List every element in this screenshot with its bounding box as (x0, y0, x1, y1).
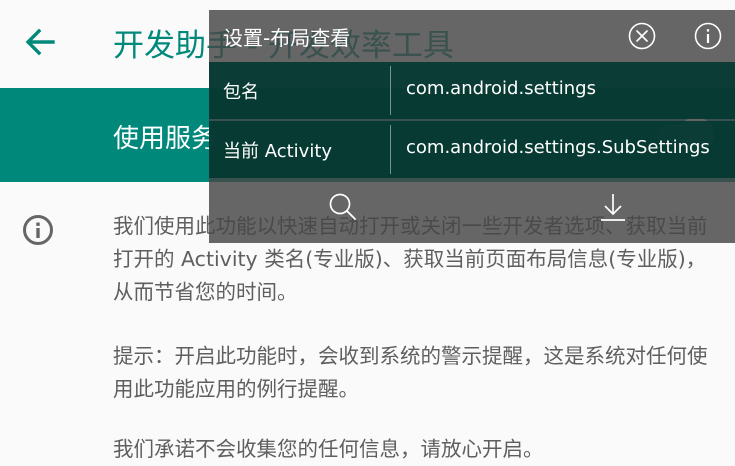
current-activity-row: 当前 Activity com.android.settings.SubSett… (209, 121, 735, 178)
search-icon[interactable] (326, 190, 360, 224)
info-icon[interactable] (693, 21, 723, 51)
download-icon[interactable] (596, 190, 630, 224)
package-name-row: 包名 com.android.settings (209, 62, 735, 119)
layout-inspector-overlay[interactable]: 设置-布局查看 包名 com.android.settings 当前 Activ… (209, 10, 735, 243)
row-divider (390, 66, 391, 115)
current-activity-key: 当前 Activity (223, 141, 333, 162)
row-divider (390, 125, 391, 174)
privacy-paragraph: 我们承诺不会收集您的任何信息，请放心开启。 (113, 437, 544, 461)
package-name-value: com.android.settings (406, 78, 596, 99)
info-icon (23, 215, 53, 245)
overlay-title: 设置-布局查看 (223, 26, 351, 50)
close-icon[interactable] (627, 21, 657, 51)
back-arrow-icon[interactable] (20, 22, 60, 62)
package-name-key: 包名 (223, 82, 259, 103)
current-activity-value: com.android.settings.SubSettings (406, 137, 710, 158)
tip-paragraph: 提示：开启此功能时，会收到系统的警示提醒，这是系统对任何使用此功能应用的例行提醒… (113, 344, 708, 401)
use-service-label: 使用服务 (113, 124, 218, 154)
